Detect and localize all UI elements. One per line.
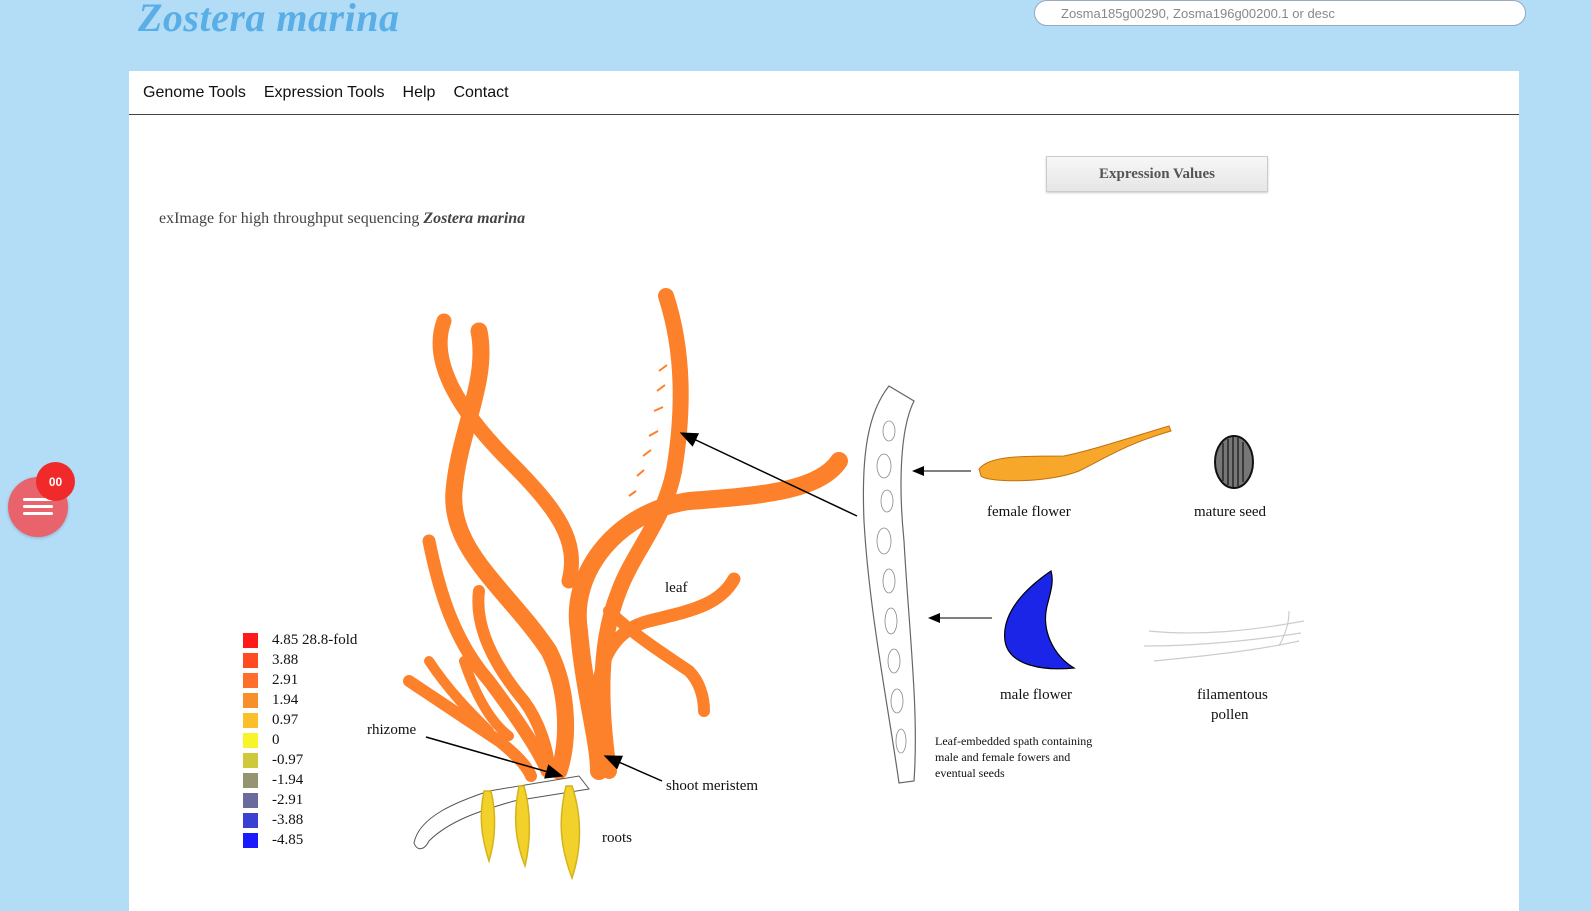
legend-swatch (243, 752, 258, 768)
female-flower-shape (978, 425, 1172, 482)
pollen-shape (1143, 610, 1305, 662)
legend-row: -0.97 (243, 750, 357, 770)
label-pollen: pollen (1211, 707, 1249, 723)
label-rhizome: rhizome (367, 722, 416, 738)
legend-label: 4.85 28.8-fold (272, 631, 358, 648)
leaf-shape (403, 288, 848, 782)
label-leaf: leaf (665, 580, 687, 596)
legend-row: 1.94 (243, 690, 357, 710)
legend-row: -1.94 (243, 770, 357, 790)
search-input[interactable] (1034, 0, 1526, 26)
legend-label: 2.91 (272, 671, 299, 688)
label-spath-line2: male and female fowers and (935, 750, 1070, 764)
legend-label: -3.88 (272, 811, 304, 828)
legend-swatch (243, 832, 258, 848)
legend-label: -4.85 (272, 831, 304, 848)
leaf-serrations (628, 364, 668, 497)
legend-label: -0.97 (272, 751, 304, 768)
label-spath-line3: eventual seeds (935, 766, 1005, 780)
label-mature-seed: mature seed (1194, 504, 1267, 520)
color-legend: 4.85 28.8-fold 3.88 2.91 1.94 0.97 0 -0.… (243, 630, 357, 850)
legend-label: -2.91 (272, 791, 304, 808)
legend-label: 0 (272, 731, 280, 748)
legend-row: 0 (243, 730, 357, 750)
notification-badge: 00 (36, 462, 75, 501)
legend-swatch (243, 692, 258, 708)
legend-swatch (243, 632, 258, 648)
mature-seed-shape (1214, 435, 1254, 489)
legend-label: -1.94 (272, 771, 304, 788)
legend-label: 1.94 (272, 691, 299, 708)
legend-swatch (243, 732, 258, 748)
legend-row: 0.97 (243, 710, 357, 730)
legend-row: -2.91 (243, 790, 357, 810)
legend-label: 0.97 (272, 711, 299, 728)
legend-row: 2.91 (243, 670, 357, 690)
legend-swatch (243, 792, 258, 808)
legend-swatch (243, 712, 258, 728)
label-roots: roots (602, 830, 632, 846)
label-filamentous: filamentous (1197, 687, 1268, 703)
legend-row: -3.88 (243, 810, 357, 830)
right-margin (1519, 71, 1591, 911)
label-male-flower: male flower (1000, 687, 1072, 703)
legend-swatch (243, 812, 258, 828)
legend-label: 3.88 (272, 651, 299, 668)
hamburger-menu-icon (23, 498, 53, 519)
spath-shape (862, 385, 916, 784)
male-flower-shape (1004, 570, 1076, 670)
label-shoot-meristem: shoot meristem (666, 778, 758, 794)
legend-row: -4.85 (243, 830, 357, 850)
label-female-flower: female flower (987, 504, 1071, 520)
legend-row: 4.85 28.8-fold (243, 630, 357, 650)
label-spath-line1: Leaf-embedded spath containing (935, 734, 1092, 748)
legend-swatch (243, 672, 258, 688)
site-title[interactable]: Zostera marina (138, 0, 399, 41)
legend-swatch (243, 772, 258, 788)
legend-row: 3.88 (243, 650, 357, 670)
main-panel: Genome Tools Expression Tools Help Conta… (129, 71, 1519, 911)
legend-swatch (243, 652, 258, 668)
